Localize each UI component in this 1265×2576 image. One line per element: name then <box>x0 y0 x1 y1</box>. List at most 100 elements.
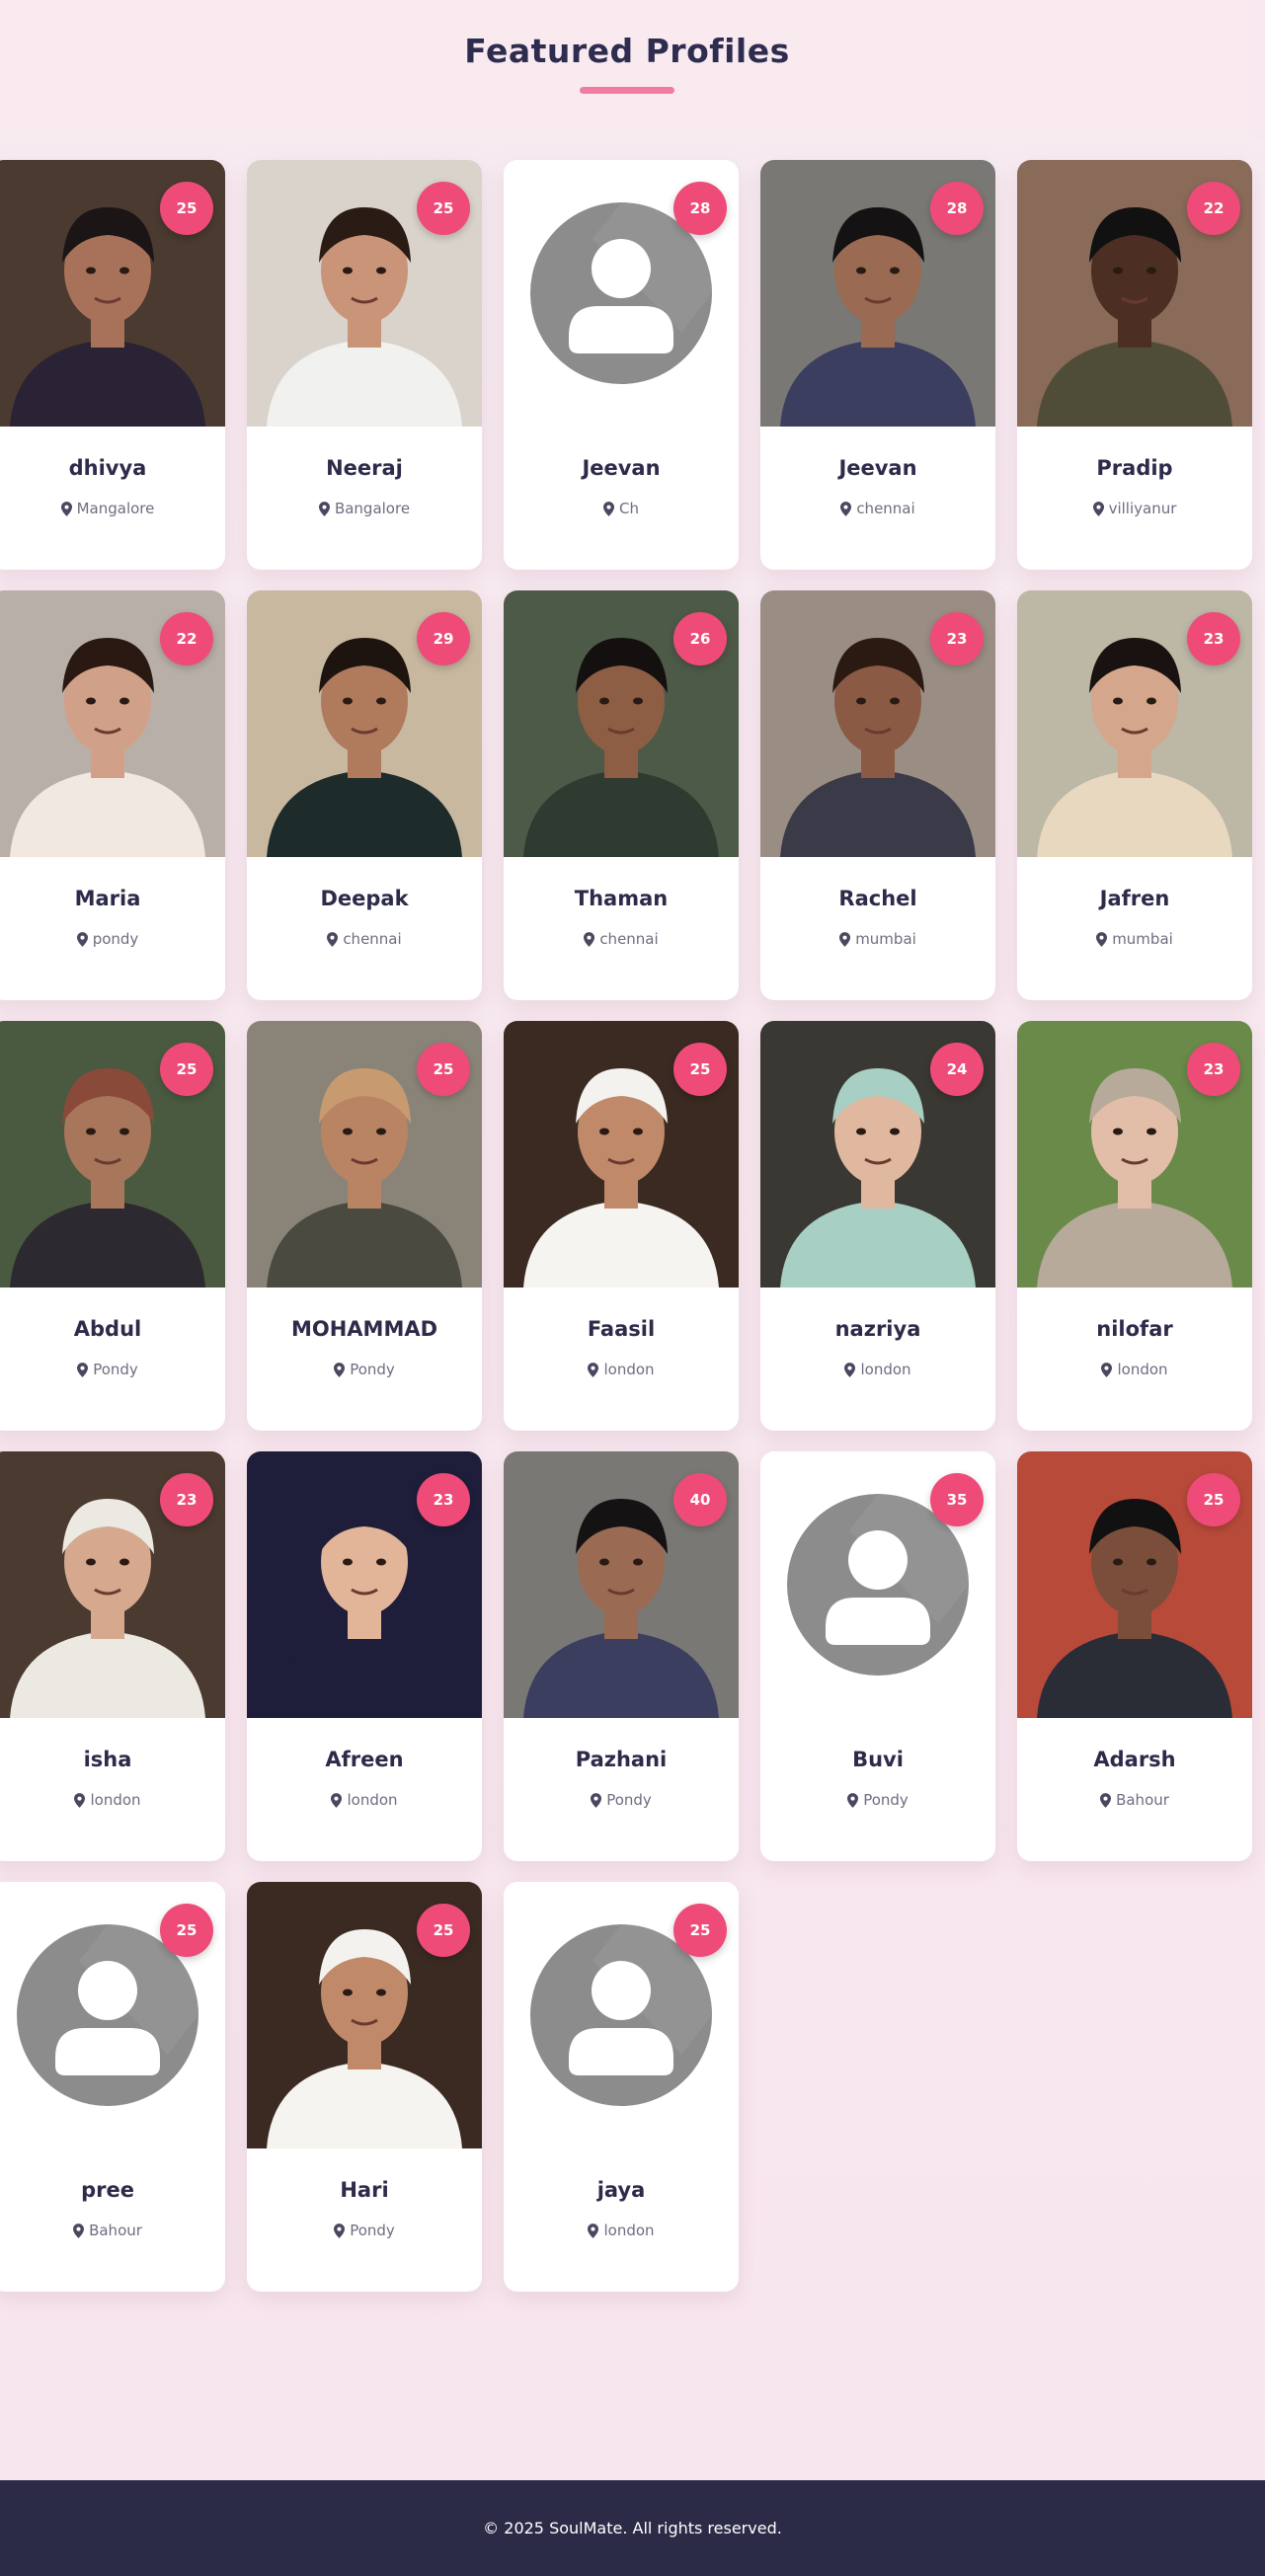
profile-location-text: mumbai <box>855 930 916 948</box>
profile-name[interactable]: Maria <box>0 887 225 910</box>
profile-card[interactable]: 25 Hari Pondy <box>247 1882 482 2292</box>
profile-location-text: Ch <box>619 500 639 517</box>
profile-name[interactable]: Adarsh <box>1017 1748 1252 1771</box>
profile-card[interactable]: 23 Rachel mumbai <box>760 590 995 1000</box>
profile-name[interactable]: MOHAMMAD <box>247 1317 482 1341</box>
profile-name[interactable]: pree <box>0 2178 225 2202</box>
profile-card[interactable]: 25 Faasil london <box>504 1021 739 1431</box>
profile-name[interactable]: dhivya <box>0 456 225 480</box>
location-pin-icon <box>77 1362 89 1377</box>
profile-name[interactable]: jaya <box>504 2178 739 2202</box>
profile-name[interactable]: Jafren <box>1017 887 1252 910</box>
location-pin-icon <box>844 1362 856 1377</box>
location-pin-icon <box>588 1362 599 1377</box>
age-badge: 25 <box>673 1904 727 1957</box>
profile-location: pondy <box>0 930 225 948</box>
age-badge: 25 <box>160 1043 213 1096</box>
age-badge: 23 <box>417 1473 470 1526</box>
profile-name[interactable]: Afreen <box>247 1748 482 1771</box>
profile-card[interactable]: 28 Jeevan Ch <box>504 160 739 570</box>
profile-location: Mangalore <box>0 500 225 517</box>
page-footer: © 2025 SoulMate. All rights reserved. <box>0 2480 1265 2576</box>
profile-location: villiyanur <box>1017 500 1252 517</box>
profiles-grid: 25 dhivya Mangalore 25 Neeraj Bangalore 28… <box>0 140 1265 2480</box>
profile-location-text: chennai <box>343 930 402 948</box>
profile-location-text: london <box>603 1361 655 1378</box>
profile-card[interactable]: 24 nazriya london <box>760 1021 995 1431</box>
age-badge: 25 <box>1187 1473 1240 1526</box>
location-pin-icon <box>1096 931 1108 947</box>
age-badge: 29 <box>417 612 470 665</box>
profile-card[interactable]: 25 pree Bahour <box>0 1882 225 2292</box>
location-pin-icon <box>584 931 595 947</box>
profile-location: Bahour <box>0 2222 225 2239</box>
section-title: Featured Profiles <box>464 32 790 70</box>
profile-location: chennai <box>504 930 739 948</box>
location-pin-icon <box>591 1792 602 1808</box>
profile-name[interactable]: Pradip <box>1017 456 1252 480</box>
age-badge: 24 <box>930 1043 984 1096</box>
age-badge: 26 <box>673 612 727 665</box>
profile-name[interactable]: Hari <box>247 2178 482 2202</box>
profile-name[interactable]: Neeraj <box>247 456 482 480</box>
age-badge: 25 <box>673 1043 727 1096</box>
profile-card[interactable]: 25 Abdul Pondy <box>0 1021 225 1431</box>
location-pin-icon <box>60 501 72 516</box>
profile-card[interactable]: 22 Pradip villiyanur <box>1017 160 1252 570</box>
profile-location: Pondy <box>247 2222 482 2239</box>
profile-card[interactable]: 23 Jafren mumbai <box>1017 590 1252 1000</box>
age-badge: 25 <box>160 182 213 235</box>
profile-card[interactable]: 40 Pazhani Pondy <box>504 1451 739 1861</box>
location-pin-icon <box>334 2223 346 2238</box>
age-badge: 23 <box>1187 612 1240 665</box>
profile-name[interactable]: Buvi <box>760 1748 995 1771</box>
profile-location: Pondy <box>0 1361 225 1378</box>
profile-location-text: london <box>90 1791 141 1809</box>
profile-card[interactable]: 22 Maria pondy <box>0 590 225 1000</box>
profile-location: london <box>0 1791 225 1809</box>
profile-card[interactable]: 23 nilofar london <box>1017 1021 1252 1431</box>
profile-card[interactable]: 25 MOHAMMAD Pondy <box>247 1021 482 1431</box>
profile-name[interactable]: Pazhani <box>504 1748 739 1771</box>
age-badge: 22 <box>160 612 213 665</box>
age-badge: 28 <box>930 182 984 235</box>
profile-location-text: london <box>860 1361 911 1378</box>
profile-name[interactable]: Faasil <box>504 1317 739 1341</box>
profile-name[interactable]: Abdul <box>0 1317 225 1341</box>
profile-location: london <box>504 1361 739 1378</box>
profile-name[interactable]: Jeevan <box>504 456 739 480</box>
location-pin-icon <box>839 931 851 947</box>
profile-card[interactable]: 23 Afreen london <box>247 1451 482 1861</box>
profile-name[interactable]: Thaman <box>504 887 739 910</box>
profile-name[interactable]: nazriya <box>760 1317 995 1341</box>
profile-card[interactable]: 25 dhivya Mangalore <box>0 160 225 570</box>
profile-card[interactable]: 35 Buvi Pondy <box>760 1451 995 1861</box>
profile-card[interactable]: 25 jaya london <box>504 1882 739 2292</box>
profile-location: london <box>1017 1361 1252 1378</box>
location-pin-icon <box>73 2223 85 2238</box>
profile-location: london <box>247 1791 482 1809</box>
profile-card[interactable]: 25 Adarsh Bahour <box>1017 1451 1252 1861</box>
profile-location-text: chennai <box>856 500 915 517</box>
title-underline <box>580 87 674 94</box>
profile-location: Pondy <box>247 1361 482 1378</box>
age-badge: 25 <box>417 1904 470 1957</box>
profile-card[interactable]: 29 Deepak chennai <box>247 590 482 1000</box>
profile-name[interactable]: Rachel <box>760 887 995 910</box>
profile-card[interactable]: 25 Neeraj Bangalore <box>247 160 482 570</box>
profile-location: london <box>504 2222 739 2239</box>
page-header: Featured Profiles <box>0 0 1254 140</box>
location-pin-icon <box>1100 1792 1112 1808</box>
profile-location-text: mumbai <box>1112 930 1173 948</box>
profile-location-text: Bangalore <box>334 500 411 517</box>
profile-name[interactable]: isha <box>0 1748 225 1771</box>
profile-name[interactable]: nilofar <box>1017 1317 1252 1341</box>
profile-location: mumbai <box>1017 930 1252 948</box>
profile-card[interactable]: 26 Thaman chennai <box>504 590 739 1000</box>
profile-name[interactable]: Deepak <box>247 887 482 910</box>
location-pin-icon <box>327 931 339 947</box>
profile-card[interactable]: 23 isha london <box>0 1451 225 1861</box>
profile-name[interactable]: Jeevan <box>760 456 995 480</box>
location-pin-icon <box>840 501 852 516</box>
profile-card[interactable]: 28 Jeevan chennai <box>760 160 995 570</box>
